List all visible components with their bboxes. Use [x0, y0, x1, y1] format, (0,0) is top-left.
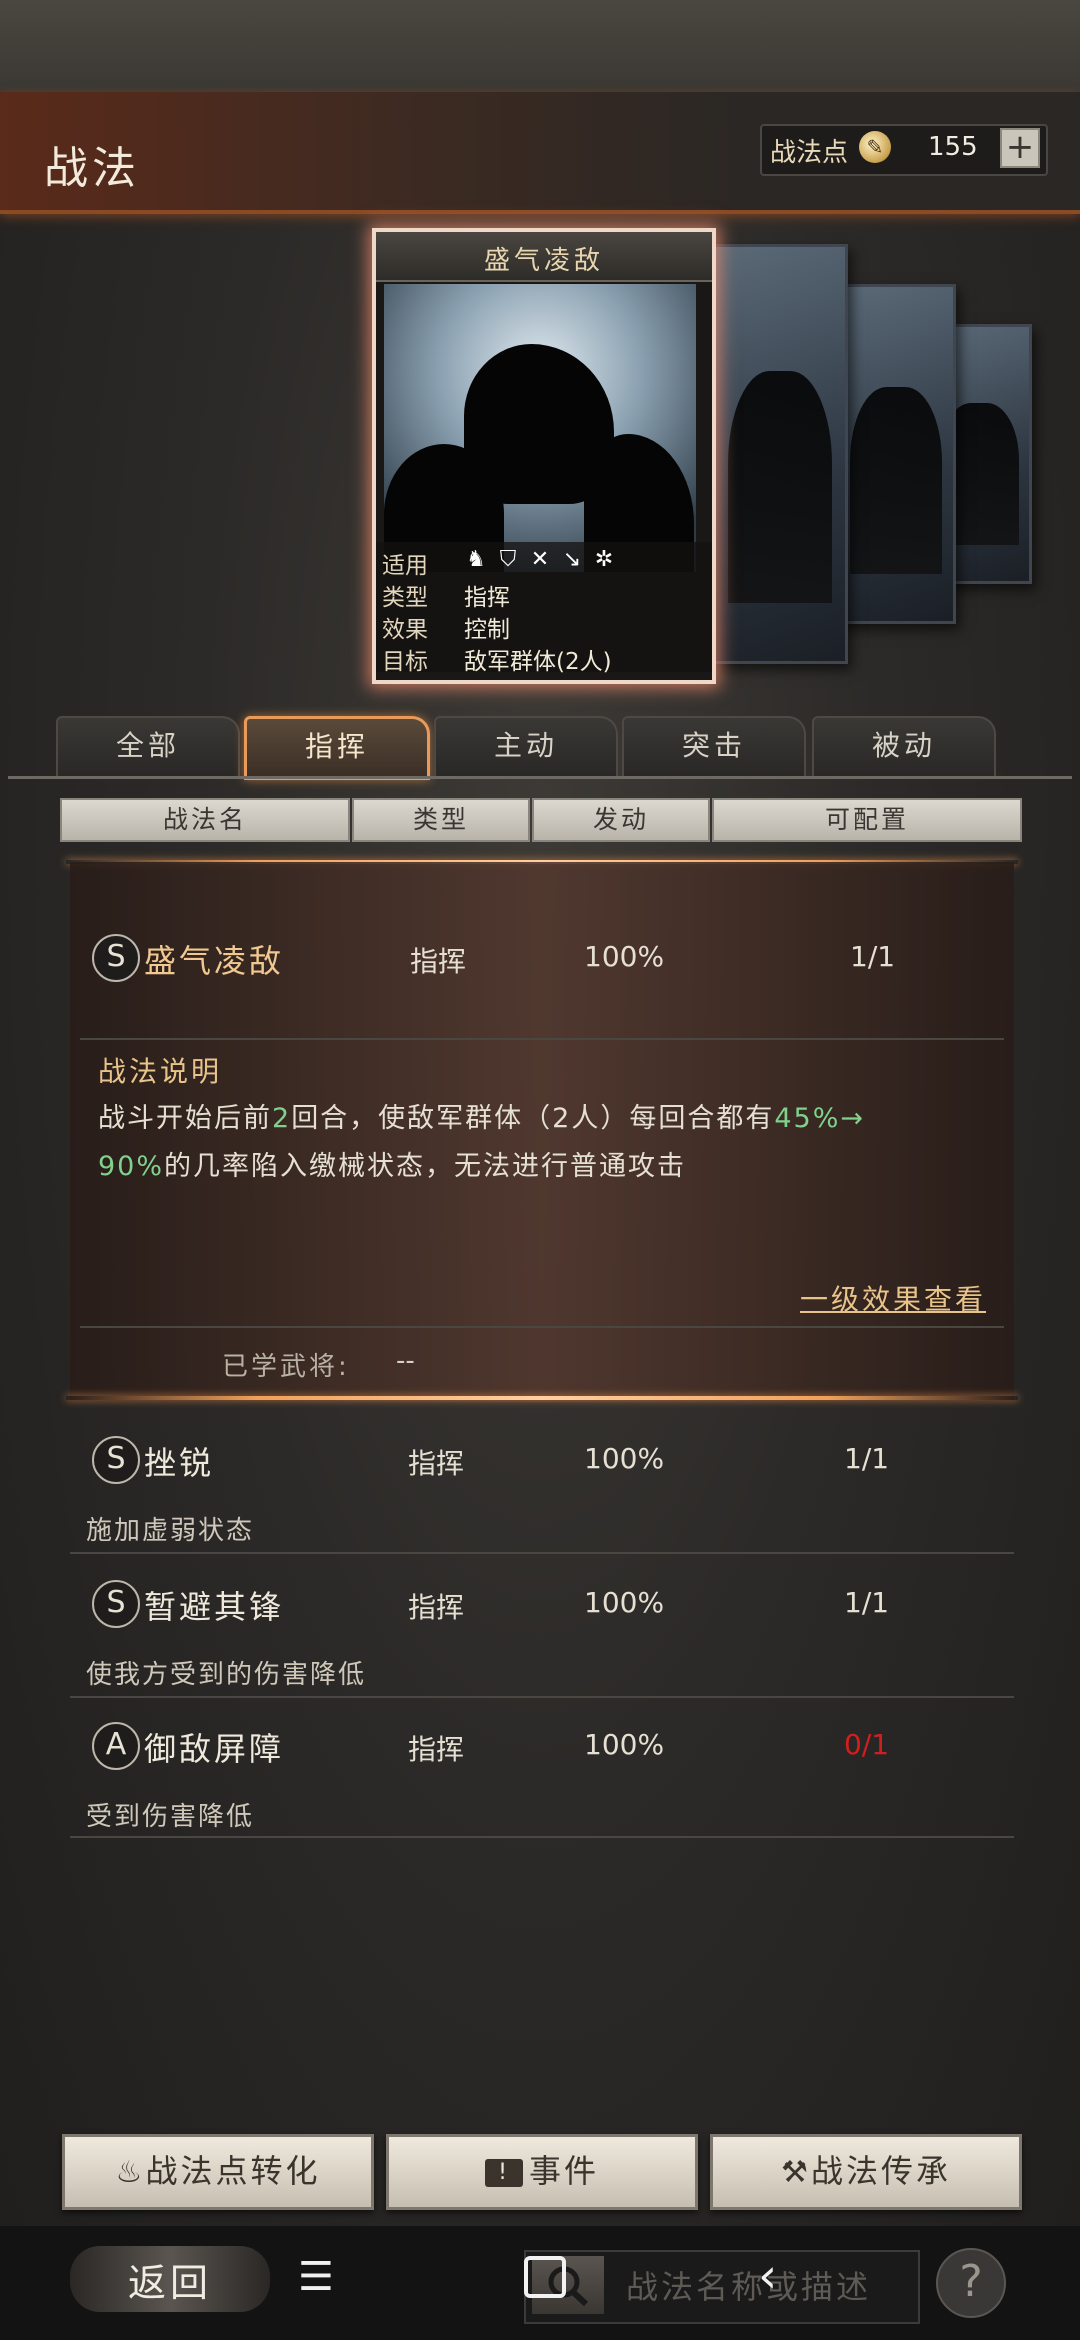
card-title: 盛气凌敌 [483, 246, 604, 276]
expanded-skill-config: 1/1 [850, 940, 896, 973]
event-button[interactable]: ! 事件 [386, 2134, 698, 2210]
tab-all[interactable]: 全部 [56, 716, 240, 776]
column-header-config[interactable]: 可配置 [712, 798, 1022, 842]
card-info-panel: 适用 ♞ ⛉ ✕ ↘ ✲ 类型 指挥 效果 控制 目标 敌军群体(2人) [376, 542, 712, 675]
skill-short-desc: 使我方受到的伤害降低 [86, 1660, 367, 1690]
back-label[interactable]: 返回 [128, 2252, 212, 2307]
skill-name: 御敌屏障 [144, 1730, 285, 1768]
divider [70, 1836, 1014, 1838]
skill-description-title: 战法说明 [98, 1055, 223, 1088]
expanded-skill-rate: 100% [584, 940, 665, 973]
back-chevron-icon[interactable]: ‹ [758, 2248, 777, 2304]
divider [80, 1326, 1004, 1328]
top-decor-band [0, 0, 1080, 92]
archer-icon: ✕ [530, 547, 550, 572]
spear-icon: ↘ [562, 547, 582, 572]
expanded-bottom-glow [66, 1396, 1018, 1400]
column-header-name[interactable]: 战法名 [60, 798, 350, 842]
alert-icon: ! [484, 2159, 523, 2187]
page-title: 战法 [44, 143, 140, 194]
skill-type: 指挥 [408, 1591, 465, 1624]
skill-row-3[interactable]: A 御敌屏障 指挥 100% 0/1 受到伤害降低 [70, 1698, 1014, 1834]
home-square-icon[interactable] [524, 2256, 566, 2298]
skill-description-line-2: 90%的几率陷入缴械状态，无法进行普通攻击 [98, 1151, 687, 1182]
skill-grade-badge: A [92, 1722, 140, 1770]
skill-name: 挫锐 [144, 1444, 215, 1482]
help-button[interactable]: ? [936, 2248, 1006, 2318]
expanded-skill-type: 指挥 [410, 945, 467, 978]
card-effect-label: 效果 [382, 617, 428, 643]
card-type-value: 指挥 [464, 585, 510, 611]
skill-type: 指挥 [408, 1733, 465, 1766]
tab-command[interactable]: 指挥 [244, 716, 430, 780]
skill-short-desc: 受到伤害降低 [86, 1802, 255, 1832]
skill-rate: 100% [584, 1728, 665, 1761]
column-header-type[interactable]: 类型 [352, 798, 530, 842]
learned-generals-value: -- [396, 1346, 415, 1376]
skill-row-2[interactable]: S 暂避其锋 指挥 100% 1/1 使我方受到的伤害降低 [70, 1556, 1014, 1692]
skill-description-line-1: 战斗开始后前2回合，使敌军群体（2人）每回合都有45%→ [98, 1103, 866, 1134]
tab-assault[interactable]: 突击 [622, 716, 806, 776]
skill-row-1[interactable]: S 挫锐 指挥 100% 1/1 施加虚弱状态 [70, 1412, 1014, 1548]
add-points-button[interactable]: + [1000, 128, 1040, 168]
level-effect-link[interactable]: 一级效果查看 [800, 1278, 986, 1318]
divider [70, 1552, 1014, 1554]
card-back-1[interactable] [712, 244, 848, 664]
skill-type: 指挥 [408, 1447, 465, 1480]
skill-grade-badge: S [92, 1580, 140, 1628]
card-artwork [384, 284, 696, 572]
column-header-trigger[interactable]: 发动 [532, 798, 710, 842]
card-apply-label: 适用 [382, 553, 428, 579]
shield-icon: ⛉ [499, 547, 517, 572]
tabs-divider [8, 776, 1072, 779]
convert-points-button[interactable]: ♨战法点转化 [62, 2134, 374, 2210]
skill-config-unavailable: 0/1 [844, 1728, 890, 1761]
skill-points-label: 战法点 [770, 138, 849, 168]
card-type-label: 类型 [382, 585, 428, 611]
skill-rate: 100% [584, 1442, 665, 1475]
hammer-icon: ⚒ [781, 2155, 811, 2190]
flame-icon: ♨ [115, 2155, 146, 2190]
card-effect-value: 控制 [464, 617, 510, 643]
expanded-skill-name: 盛气凌敌 [144, 942, 285, 980]
skill-grade-badge: S [92, 1436, 140, 1484]
search-placeholder: 战法名称或描述 [626, 2268, 872, 2306]
card-target-value: 敌军群体(2人) [464, 649, 612, 675]
featured-skill-card[interactable]: 盛气凌敌 适用 ♞ ⛉ ✕ ↘ ✲ 类型 指挥 效果 控制 目标 敌军群体(2人) [372, 228, 716, 684]
inherit-skill-button[interactable]: ⚒战法传承 [710, 2134, 1022, 2210]
tab-passive[interactable]: 被动 [812, 716, 996, 776]
skill-config: 1/1 [844, 1442, 890, 1475]
card-unit-icons: ♞ ⛉ ✕ ↘ ✲ [464, 546, 624, 572]
skill-rate: 100% [584, 1586, 665, 1619]
menu-icon[interactable]: ☰ [298, 2254, 334, 2300]
skill-config: 1/1 [844, 1586, 890, 1619]
skill-points-value: 155 [928, 132, 978, 162]
learned-generals-label: 已学武将: [222, 1352, 350, 1382]
card-target-label: 目标 [382, 649, 428, 675]
skill-point-coin-icon: ✎ [859, 131, 891, 163]
cavalry-icon: ♞ [466, 547, 486, 572]
divider [80, 1038, 1004, 1040]
card-back-2[interactable] [836, 284, 956, 624]
skill-grade-badge: S [92, 934, 140, 982]
siege-icon: ✲ [594, 547, 614, 572]
skill-short-desc: 施加虚弱状态 [86, 1516, 255, 1546]
tab-active[interactable]: 主动 [434, 716, 618, 776]
skill-name: 暂避其锋 [144, 1588, 285, 1626]
